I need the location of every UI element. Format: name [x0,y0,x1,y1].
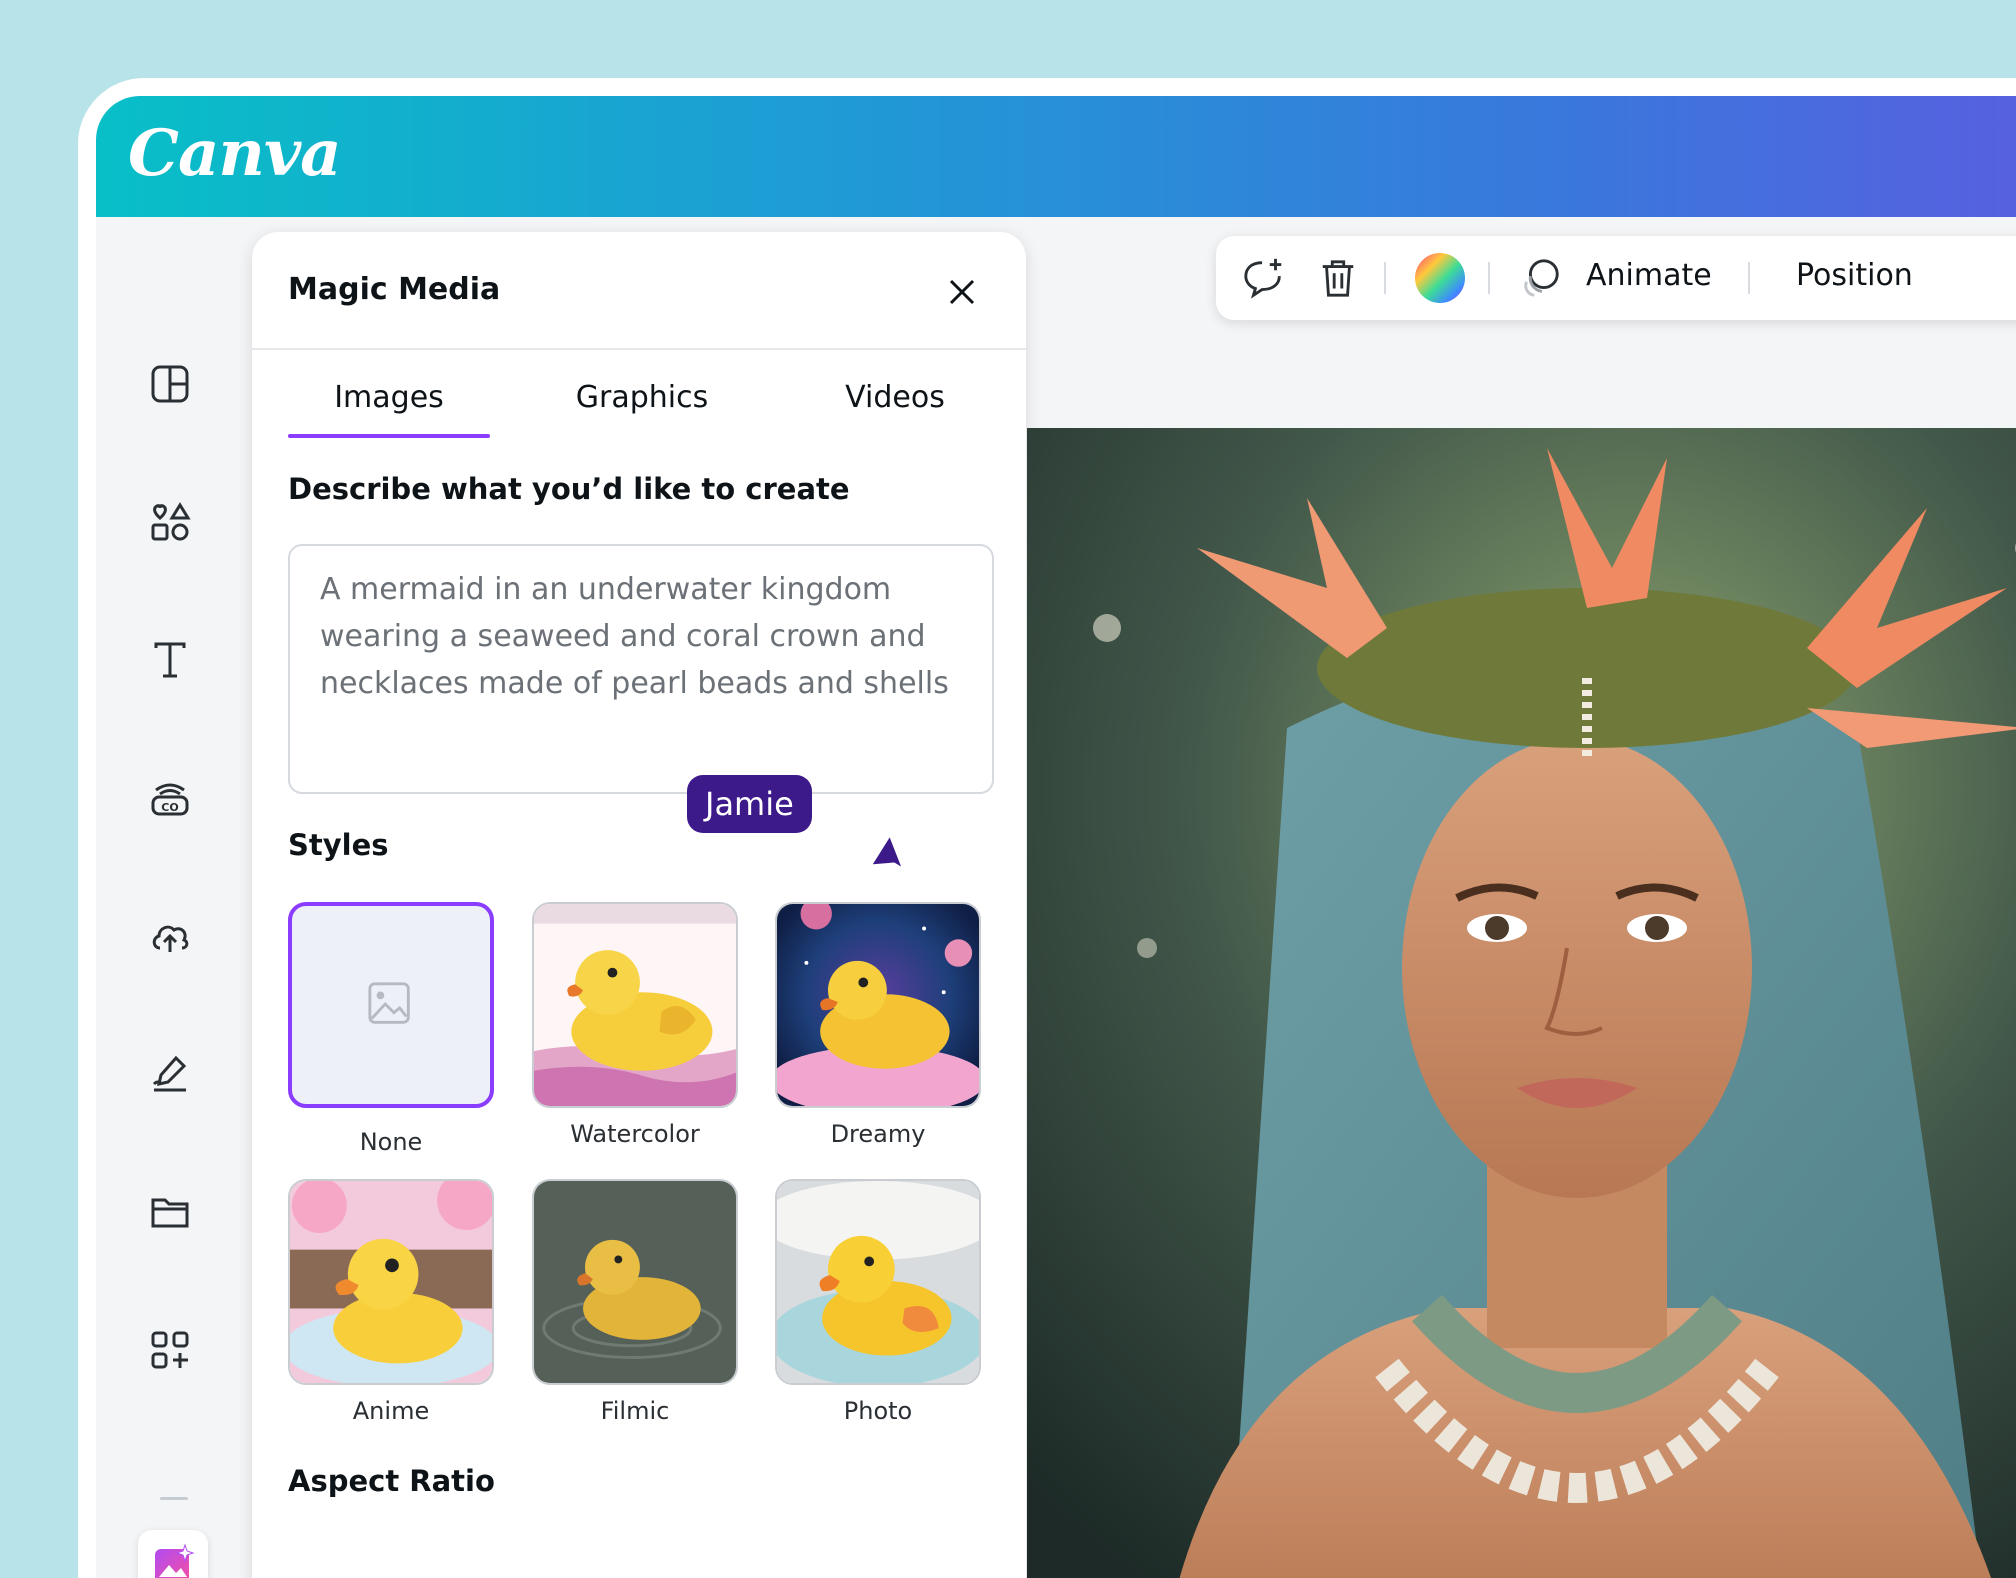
describe-label: Describe what you’d like to create [288,472,850,506]
close-button[interactable] [942,272,982,312]
tab-graphics[interactable]: Graphics [542,380,742,415]
side-rail: CO [96,217,248,1578]
style-tile-anime[interactable] [288,1179,494,1385]
magic-media-panel: Magic Media Images Graphics Videos Descr… [252,232,1026,1578]
tab-videos[interactable]: Videos [795,380,995,415]
top-header: Canva [96,96,2016,217]
canvas-image[interactable] [1027,428,2016,1578]
design-icon[interactable] [146,360,194,408]
mermaid-photo [1027,428,2016,1578]
toolbar-divider [1748,262,1750,294]
animate-button[interactable]: Animate [1586,258,1712,293]
elements-icon[interactable] [146,498,194,546]
active-tab-indicator [288,434,490,438]
uploads-icon[interactable] [146,912,194,960]
collaborator-cursor-icon [868,832,906,872]
comment-add-icon [1244,258,1282,299]
apps-icon[interactable] [146,1326,194,1374]
panel-title: Magic Media [288,272,501,307]
style-label-watercolor: Watercolor [570,1120,700,1148]
anime-duck-image [290,1181,492,1383]
watercolor-duck-image [534,904,736,1106]
svg-text:CO: CO [161,801,178,814]
color-button[interactable] [1412,253,1468,303]
style-label-photo: Photo [843,1397,913,1425]
collaborator-name-tag: Jamie [687,775,812,833]
delete-button[interactable] [1316,254,1360,302]
style-tile-dreamy[interactable] [775,902,981,1108]
style-tile-filmic[interactable] [532,1179,738,1385]
app-frame: Canva CO Magic Media Images Graphics Vid… [78,78,2016,1578]
style-tile-none[interactable] [288,902,494,1108]
aspect-ratio-label: Aspect Ratio [288,1464,495,1498]
color-wheel-icon [1415,253,1465,303]
projects-icon[interactable] [146,1188,194,1236]
magic-media-icon [155,1543,195,1578]
toolbar-divider [1488,262,1490,294]
toolbar-divider [1384,262,1386,294]
image-placeholder-icon [368,982,410,1024]
animate-icon [1524,259,1559,297]
panel-divider [252,348,1026,350]
position-button[interactable]: Position [1796,258,1913,293]
filmic-duck-image [534,1181,736,1383]
dreamy-duck-image [777,904,979,1106]
style-tile-watercolor[interactable] [532,902,738,1108]
style-label-anime: Anime [352,1397,430,1425]
draw-icon[interactable] [146,1050,194,1098]
magic-media-button[interactable] [138,1530,208,1578]
prompt-textarea[interactable]: A mermaid in an underwater kingdom weari… [288,544,994,794]
style-label-none: None [359,1128,423,1156]
canva-logo[interactable]: Canva [128,116,342,191]
style-label-dreamy: Dreamy [830,1120,926,1148]
trash-icon [1322,260,1354,297]
brand-icon[interactable]: CO [146,774,194,822]
style-tile-photo[interactable] [775,1179,981,1385]
close-icon [949,279,975,305]
style-label-filmic: Filmic [600,1397,670,1425]
add-comment-button[interactable] [1238,254,1290,302]
canva-editor: Canva CO Magic Media Images Graphics Vid… [96,96,2016,1578]
animate-icon-button[interactable] [1516,254,1564,302]
text-icon[interactable] [146,636,194,684]
tab-images[interactable]: Images [289,380,489,415]
photo-duck-image [777,1181,979,1383]
context-toolbar: Animate Position [1216,236,2016,320]
rail-divider [160,1497,188,1500]
styles-label: Styles [288,828,389,862]
